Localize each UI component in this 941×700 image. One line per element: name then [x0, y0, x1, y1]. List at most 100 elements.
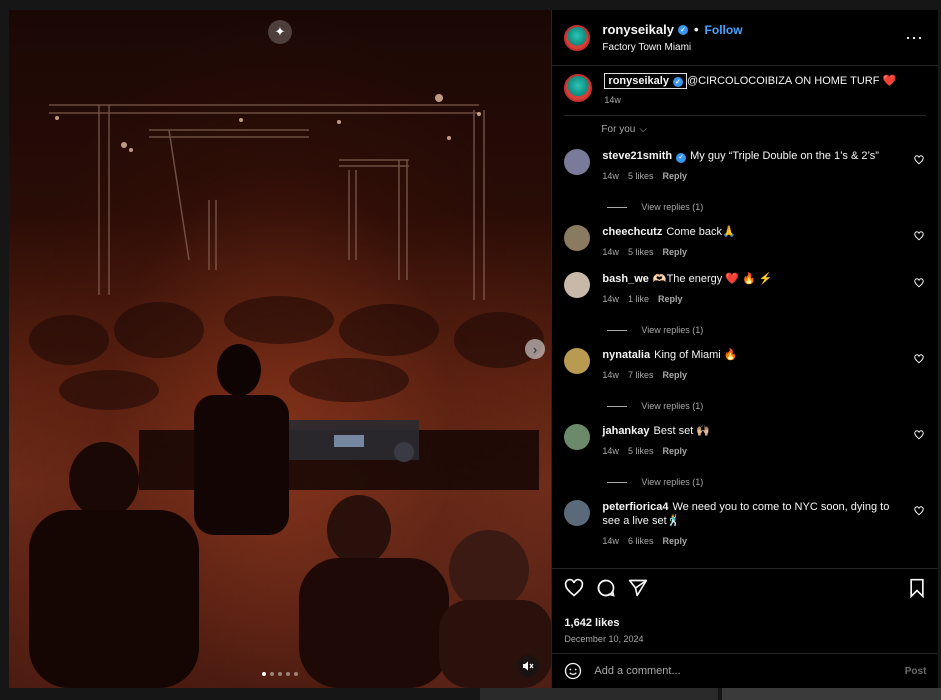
commenter-username[interactable]: bash_we [602, 273, 648, 285]
comment-input[interactable] [592, 664, 887, 678]
emoji-picker-icon[interactable] [564, 662, 582, 680]
comments-list[interactable]: ronyseikaly ✓ @CIRCOLOCOIBIZA ON HOME TURF… [552, 66, 938, 548]
save-bookmark-icon[interactable] [908, 578, 926, 598]
comment-likes[interactable]: 6 likes [628, 534, 654, 548]
commenter-username[interactable]: steve21smith [602, 150, 672, 162]
post-media[interactable]: ✦ › [9, 10, 552, 688]
comment-like-heart-icon[interactable] [914, 155, 924, 165]
more-options-icon[interactable]: ⋯ [905, 28, 924, 49]
comment-likes[interactable]: 5 likes [628, 444, 654, 458]
post-actions: 1,642 likes December 10, 2024 [552, 568, 939, 644]
carousel-dot [294, 672, 298, 676]
view-replies-button[interactable]: View replies (1) [607, 325, 926, 335]
follow-button[interactable]: Follow [705, 23, 743, 37]
carousel-dot [262, 672, 266, 676]
commenter-avatar[interactable] [564, 348, 591, 374]
verified-badge-icon: ✓ [676, 153, 687, 163]
comment-item: bash_we 🫶🏻The energy ❤️ 🔥 ⚡ 14w 1 like Re… [564, 272, 926, 306]
caption-username-text: ronyseikaly [608, 75, 669, 87]
reply-button[interactable]: Reply [662, 368, 687, 382]
replies-divider-line [607, 329, 628, 331]
reply-button[interactable]: Reply [658, 292, 683, 306]
author-avatar[interactable] [564, 24, 591, 51]
comment-time: 14w [602, 370, 619, 380]
comment-time: 14w [602, 247, 619, 257]
verified-badge-icon: ✓ [677, 24, 688, 35]
comment-bubble-icon[interactable] [596, 578, 616, 598]
commenter-avatar[interactable] [564, 424, 591, 450]
post-comment-button[interactable]: Post [905, 666, 927, 677]
post-location[interactable]: Factory Town Miami [602, 42, 742, 53]
view-replies-label: View replies (1) [641, 401, 704, 411]
comment-sort-dropdown[interactable]: For you ⌵ [601, 124, 926, 135]
concert-scene-illustration [29, 94, 552, 688]
share-paper-plane-icon[interactable] [628, 578, 648, 598]
verified-badge-icon: ✓ [672, 77, 683, 87]
commenter-avatar[interactable] [564, 500, 591, 526]
post-modal: ✦ › ronyseikaly ✓ • Follow Factory Town … [9, 10, 939, 688]
comment-time: 14w [602, 294, 619, 304]
comment-like-heart-icon[interactable] [914, 278, 924, 288]
comment-text: My guy “Triple Double on the 1’s & 2’s” [690, 150, 879, 162]
like-heart-icon[interactable] [564, 578, 584, 598]
post-caption: ronyseikaly ✓ @CIRCOLOCOIBIZA ON HOME TURF… [564, 73, 926, 116]
commenter-avatar[interactable] [564, 225, 591, 251]
comment-item: cheechcutz Come back🙏 14w 5 likes Reply [564, 225, 926, 259]
comment-text: King of Miami 🔥 [654, 349, 738, 361]
reply-button[interactable]: Reply [662, 534, 687, 548]
replies-divider-line [607, 481, 628, 483]
comment-likes[interactable]: 5 likes [628, 169, 654, 183]
replies-divider-line [607, 405, 628, 407]
reply-button[interactable]: Reply [662, 245, 687, 259]
carousel-dot [270, 672, 274, 676]
view-replies-label: View replies (1) [641, 325, 704, 335]
post-header: ronyseikaly ✓ • Follow Factory Town Miam… [552, 10, 938, 66]
likes-count[interactable]: 1,642 likes [564, 617, 926, 629]
chevron-down-icon: ⌵ [639, 124, 647, 135]
commenter-username[interactable]: cheechcutz [602, 226, 662, 238]
caption-username[interactable]: ronyseikaly ✓ [604, 73, 687, 89]
ai-sparkle-icon[interactable]: ✦ [268, 20, 292, 44]
post-date: December 10, 2024 [564, 634, 644, 644]
separator-dot: • [693, 22, 699, 37]
comment-text: 🫶🏻The energy ❤️ 🔥 ⚡ [652, 273, 773, 285]
commenter-avatar[interactable] [564, 149, 591, 175]
reply-button[interactable]: Reply [662, 444, 687, 458]
comment-like-heart-icon[interactable] [914, 231, 924, 241]
commenter-username[interactable]: nynatalia [602, 349, 650, 361]
reply-button[interactable]: Reply [662, 169, 687, 183]
comment-item: steve21smith ✓ My guy “Triple Double on th… [564, 149, 926, 183]
view-replies-button[interactable]: View replies (1) [607, 202, 926, 212]
comment-time: 14w [602, 171, 619, 181]
comment-like-heart-icon[interactable] [914, 354, 924, 364]
comment-composer: Post [552, 653, 939, 688]
muted-audio-icon[interactable] [517, 655, 539, 677]
comment-time: 14w [602, 536, 619, 546]
author-username[interactable]: ronyseikaly [602, 22, 674, 37]
caption-avatar[interactable] [564, 74, 593, 102]
commenter-username[interactable]: jahankay [602, 425, 649, 437]
view-replies-button[interactable]: View replies (1) [607, 477, 926, 487]
comment-likes[interactable]: 1 like [628, 292, 649, 306]
comment-likes[interactable]: 5 likes [628, 245, 654, 259]
commenter-username[interactable]: peterfiorica4 [602, 501, 668, 513]
carousel-indicator [262, 672, 298, 676]
carousel-next-button[interactable]: › [525, 339, 545, 359]
comment-like-heart-icon[interactable] [914, 506, 924, 516]
background-thumbnail [480, 688, 718, 700]
view-replies-button[interactable]: View replies (1) [607, 401, 926, 411]
post-detail-panel: ronyseikaly ✓ • Follow Factory Town Miam… [551, 10, 939, 688]
caption-time: 14w [604, 95, 621, 105]
sort-label: For you [601, 124, 636, 135]
carousel-dot [286, 672, 290, 676]
background-thumbnail [722, 688, 941, 700]
view-replies-label: View replies (1) [641, 477, 704, 487]
comment-item: peterfiorica4 We need you to come to NYC … [564, 500, 926, 548]
comment-text: Come back🙏 [666, 226, 736, 238]
comment-thread: steve21smith ✓ My guy “Triple Double on th… [564, 149, 926, 548]
carousel-dot [278, 672, 282, 676]
commenter-avatar[interactable] [564, 272, 591, 298]
comment-like-heart-icon[interactable] [914, 430, 924, 440]
comment-time: 14w [602, 446, 619, 456]
comment-likes[interactable]: 7 likes [628, 368, 654, 382]
